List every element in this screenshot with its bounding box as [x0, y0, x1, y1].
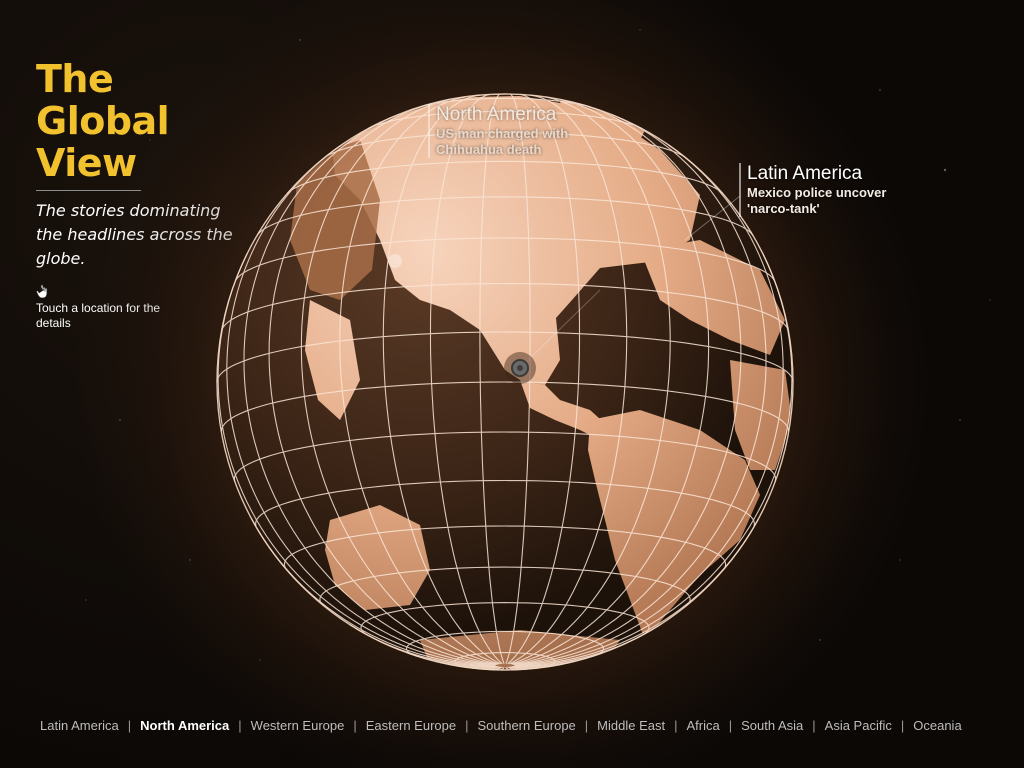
- nav-item-southern-europe[interactable]: Southern Europe: [477, 718, 575, 733]
- callout-region: North America: [436, 104, 557, 125]
- nav-separator: |: [238, 718, 242, 733]
- nav-separator: |: [674, 718, 678, 733]
- nav-item-middle-east[interactable]: Middle East: [597, 718, 665, 733]
- nav-separator: |: [353, 718, 357, 733]
- region-nav: Latin America | North America | Western Euro…: [40, 717, 962, 735]
- nav-separator: |: [465, 718, 469, 733]
- callout-north-america[interactable]: North America US man charged with Chihua…: [428, 104, 606, 158]
- nav-separator: |: [900, 718, 905, 733]
- nav-item-asia-pacific[interactable]: Asia Pacific: [825, 718, 892, 733]
- nav-item-western-europe[interactable]: Western Europe: [251, 718, 345, 733]
- callout-latin-america[interactable]: Latin America Mexico police uncover 'nar…: [739, 163, 927, 217]
- nav-item-eastern-europe[interactable]: Eastern Europe: [366, 718, 456, 733]
- location-marker-center: [517, 365, 523, 371]
- callout-headline: US man charged with Chihuahua death: [436, 126, 569, 157]
- nav-separator: |: [127, 718, 132, 733]
- nav-item-africa[interactable]: Africa: [686, 718, 719, 733]
- callout-region: Latin America: [747, 163, 863, 184]
- nav-separator: |: [812, 718, 816, 733]
- callout-headline: Mexico police uncover 'narco-tank': [747, 185, 887, 216]
- nav-item-latin-america[interactable]: Latin America: [40, 718, 119, 733]
- nav-item-south-asia[interactable]: South Asia: [741, 718, 803, 733]
- nav-item-oceania[interactable]: Oceania: [913, 718, 961, 733]
- global-view-screen: The Global View The stories dominating t…: [0, 0, 1024, 768]
- nav-item-north-america[interactable]: North America: [140, 718, 229, 733]
- location-highlight: [388, 254, 402, 268]
- nav-separator: |: [584, 718, 589, 733]
- nav-separator: |: [728, 718, 733, 733]
